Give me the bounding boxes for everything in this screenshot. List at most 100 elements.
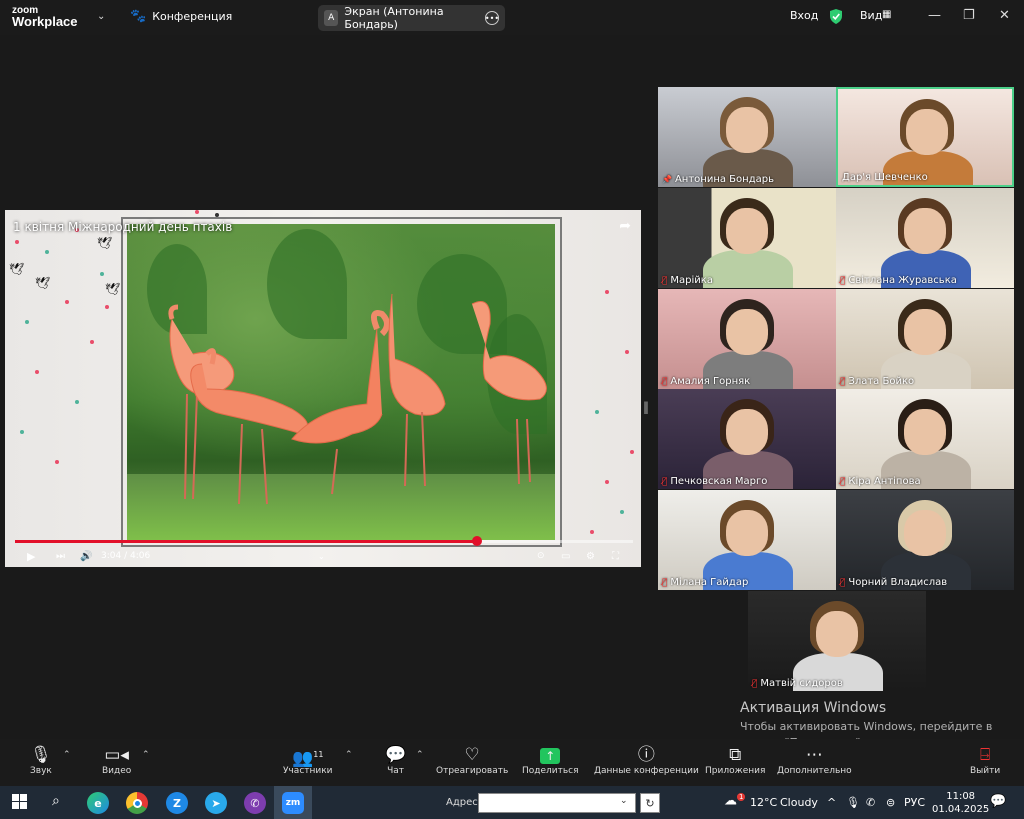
zoom-app-icon[interactable]: Z — [166, 792, 188, 814]
viber-tray-icon[interactable]: ✆ — [866, 796, 875, 809]
avatar: A — [324, 10, 339, 26]
participant-tile[interactable]: Дар'я Шевченко — [836, 87, 1014, 187]
dot — [105, 305, 109, 309]
view-button[interactable]: Вид — [860, 9, 882, 22]
chevron-up-icon[interactable]: ^ — [827, 796, 836, 809]
dot — [90, 340, 94, 344]
participant-face — [816, 611, 858, 657]
wifi-icon[interactable]: ⊜ — [886, 796, 895, 809]
grid-view-icon[interactable]: ▦ — [882, 9, 891, 20]
audio-options-chevron[interactable]: ⌃ — [63, 750, 71, 760]
taskbar-clock[interactable]: 11:08 01.04.2025 — [932, 790, 989, 816]
video-options-chevron[interactable]: ⌃ — [142, 750, 150, 760]
share-screen-button[interactable]: ↑ Поделиться — [522, 744, 579, 776]
participant-name-text: Амалия Горняк — [670, 376, 751, 387]
participant-tile[interactable]: 📌 Антонина Бондарь — [658, 87, 836, 187]
conference-button[interactable]: 🐾 Конференция — [130, 9, 232, 24]
subtitles-icon[interactable]: ▭ — [561, 551, 570, 562]
participant-name: 🎙̸ Злата Бойко — [840, 376, 914, 387]
apps-button[interactable]: ⧉ Приложения — [705, 744, 765, 776]
flamingo-photo — [127, 224, 555, 540]
react-button[interactable]: ♡ Отреагировать — [436, 744, 508, 776]
weather-temp[interactable]: 12°C — [750, 796, 777, 809]
video-button[interactable]: ▭◂ Видео — [102, 744, 131, 776]
pin-icon: 📌 — [662, 175, 672, 184]
participant-name-text: Антонина Бондарь — [674, 174, 774, 185]
chrome-icon[interactable] — [126, 792, 148, 814]
participant-name-text: Матвій сидоров — [760, 678, 843, 689]
shared-video[interactable]: 🕊 🕊 🕊 🕊 1 квітня Міжнародний день птахів… — [5, 210, 641, 567]
restore-icon[interactable]: ❐ — [963, 8, 975, 23]
dot — [590, 530, 594, 534]
dot — [630, 450, 634, 454]
login-button[interactable]: Вход — [790, 9, 818, 22]
meeting-info-button[interactable]: ⓘ Данные конференции — [594, 744, 699, 776]
mic-off-icon: 🎙̸ — [840, 376, 846, 387]
microphone-icon[interactable]: 🎙 — [846, 796, 860, 809]
participant-tile[interactable]: 🎙̸ Марійка — [658, 188, 836, 288]
participant-tile[interactable]: 🎙̸ Чорний Владислав — [836, 490, 1014, 590]
participants-options-chevron[interactable]: ⌃ — [345, 750, 353, 760]
close-icon[interactable]: ✕ — [999, 8, 1010, 23]
chevron-down-icon[interactable]: ⌄ — [620, 796, 628, 806]
address-label: Адрес — [446, 797, 478, 808]
volume-icon[interactable]: 🔊 — [80, 551, 92, 562]
address-input[interactable] — [478, 793, 636, 813]
info-icon: ⓘ — [637, 745, 655, 765]
audio-button[interactable]: 🎙 Звук — [30, 744, 52, 776]
shield-check-icon[interactable] — [829, 9, 843, 27]
participant-tile[interactable]: 🎙̸ Мілана Гайдар — [658, 490, 836, 590]
zoom-taskbar-icon[interactable]: zm — [282, 792, 304, 814]
bird-icon: 🕊 — [9, 262, 25, 276]
chat-icon: 💬 — [385, 745, 407, 765]
leave-button[interactable]: ⍈ Выйти — [970, 744, 1000, 776]
weather-badge: 1 — [737, 793, 746, 801]
participant-tile[interactable]: 🎙̸ Світлана Журавська — [836, 188, 1014, 288]
refresh-icon[interactable]: ↻ — [640, 793, 660, 813]
chevron-down-icon[interactable]: ⌄ — [97, 11, 105, 22]
participant-tile[interactable]: 🎙̸ Кіра Антіпова — [836, 389, 1014, 489]
participants-button[interactable]: 👥11 Участники — [283, 744, 333, 776]
screen-share-pill[interactable]: A Экран (Антонина Бондарь) ••• — [318, 5, 505, 31]
participant-tile[interactable]: 🎙̸ Злата Бойко — [836, 289, 1014, 389]
splitter-handle[interactable]: ‖ — [643, 400, 649, 414]
more-icon[interactable]: ••• — [485, 11, 499, 25]
notifications-icon[interactable]: 💬 — [990, 794, 1006, 809]
participant-tile[interactable]: 🎙̸ Амалия Горняк — [658, 289, 836, 389]
participant-name: 🎙̸ Амалия Горняк — [662, 376, 750, 387]
fullscreen-icon[interactable]: ⛶ — [612, 551, 619, 562]
participant-face — [904, 409, 946, 455]
participant-name: 🎙̸ Печковская Марго — [662, 476, 767, 487]
viber-icon[interactable]: ✆ — [244, 792, 266, 814]
autoplay-toggle-icon[interactable]: ⊙ — [537, 551, 545, 561]
windows-start-icon[interactable] — [12, 794, 27, 813]
chevron-down-icon[interactable]: ⌄ — [318, 552, 325, 561]
participant-name: 🎙̸ Чорний Владислав — [840, 577, 947, 588]
more-button[interactable]: ⋯ Дополнительно — [777, 744, 852, 776]
mic-off-icon: 🎙̸ — [662, 577, 668, 588]
participant-tile[interactable]: 🎙̸ Печковская Марго — [658, 389, 836, 489]
play-icon[interactable]: ▶ — [27, 550, 35, 563]
bird-icon: 🕊 — [97, 236, 113, 250]
chat-button[interactable]: 💬 Чат — [385, 744, 406, 776]
edge-icon[interactable]: e — [87, 792, 109, 814]
search-icon[interactable]: ⌕ — [52, 793, 60, 809]
more-icon: ⋯ — [805, 745, 823, 765]
dot — [75, 400, 79, 404]
bird-icon: 🕊 — [35, 276, 51, 290]
dot — [605, 480, 609, 484]
weather-icon[interactable]: ☁ 1 — [724, 793, 746, 808]
participant-tile[interactable]: 🎙̸ Матвій сидоров — [748, 591, 926, 691]
weather-text[interactable]: Cloudy — [780, 796, 818, 809]
minimize-icon[interactable]: — — [928, 8, 941, 23]
participant-face — [726, 107, 768, 153]
video-title: 1 квітня Міжнародний день птахів — [13, 220, 233, 234]
chat-options-chevron[interactable]: ⌃ — [416, 750, 424, 760]
language-indicator[interactable]: РУС — [904, 796, 925, 809]
next-icon[interactable]: ⏭ — [56, 551, 65, 562]
telegram-icon[interactable]: ➤ — [205, 792, 227, 814]
settings-icon[interactable]: ⚙ — [586, 551, 595, 562]
share-arrow-icon[interactable]: ➦ — [619, 218, 631, 234]
dot — [195, 210, 199, 214]
video-progress-bar[interactable] — [15, 536, 633, 546]
